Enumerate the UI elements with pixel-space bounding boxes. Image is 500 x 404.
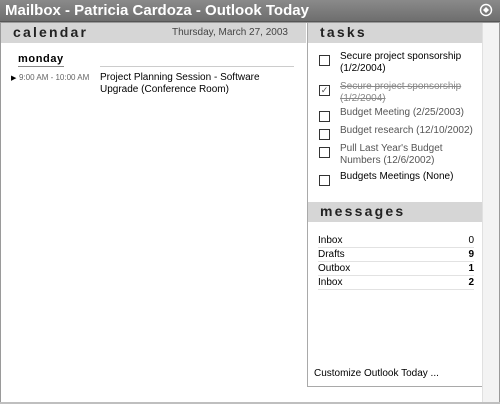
appointment-subject[interactable]: Project Planning Session - Software Upgr… [100, 72, 300, 96]
outlook-today-icon[interactable] [479, 3, 493, 17]
outlook-today-page: calendar Thursday, March 27, 2003 monday… [0, 22, 500, 404]
folder-count: 9 [468, 249, 474, 260]
appointment-arrow-icon: ▶ [11, 75, 17, 82]
task-label[interactable]: Secure project sponsorship (1/2/2004) [340, 81, 482, 105]
day-divider [100, 66, 294, 67]
task-checkbox[interactable]: ✓ [319, 85, 330, 96]
task-label[interactable]: Secure project sponsorship (1/2/2004) [340, 51, 482, 75]
task-item: Budget Meeting (2/25/2003) [319, 107, 482, 125]
title-bar: Mailbox - Patricia Cardoza - Outlook Tod… [0, 0, 500, 22]
task-item: Secure project sponsorship (1/2/2004) [319, 51, 482, 81]
folder-name[interactable]: Outbox [318, 262, 350, 275]
task-checkbox[interactable] [319, 129, 330, 140]
message-folder-row[interactable]: Outbox 1 [318, 262, 474, 276]
message-folder-row[interactable]: Drafts 9 [318, 248, 474, 262]
right-pane: tasks Secure project sponsorship (1/2/20… [307, 23, 483, 387]
tasks-header-label[interactable]: tasks [320, 24, 367, 40]
folder-count: 1 [468, 263, 474, 274]
messages-list: Inbox 0 Drafts 9 Outbox 1 Inbox 2 [318, 234, 474, 290]
tasks-header: tasks [308, 23, 482, 43]
calendar-header-label[interactable]: calendar [13, 24, 88, 40]
customize-outlook-today-link[interactable]: Customize Outlook Today ... [314, 368, 439, 379]
task-label[interactable]: Budget research (12/10/2002) [340, 125, 482, 137]
messages-header-label[interactable]: messages [320, 203, 405, 219]
vertical-scrollbar[interactable] [482, 23, 499, 403]
window-title: Mailbox - Patricia Cardoza - Outlook Tod… [5, 2, 309, 19]
day-heading: monday [18, 53, 64, 67]
current-date: Thursday, March 27, 2003 [172, 27, 288, 38]
task-item: ✓ Secure project sponsorship (1/2/2004) [319, 81, 482, 107]
task-label[interactable]: Pull Last Year's Budget Numbers (12/6/20… [340, 143, 482, 167]
folder-name[interactable]: Inbox [318, 276, 342, 289]
task-checkbox[interactable] [319, 55, 330, 66]
task-checkbox[interactable] [319, 175, 330, 186]
folder-name[interactable]: Inbox [318, 234, 342, 247]
message-folder-row[interactable]: Inbox 2 [318, 276, 474, 290]
calendar-pane: calendar Thursday, March 27, 2003 monday… [1, 23, 306, 403]
calendar-header: calendar Thursday, March 27, 2003 [1, 23, 306, 43]
task-checkbox[interactable] [319, 111, 330, 122]
task-label[interactable]: Budget Meeting (2/25/2003) [340, 107, 482, 119]
task-label[interactable]: Budgets Meetings (None) [340, 171, 482, 183]
task-item: Pull Last Year's Budget Numbers (12/6/20… [319, 143, 482, 171]
task-item: Budget research (12/10/2002) [319, 125, 482, 143]
folder-count: 0 [468, 235, 474, 246]
task-list: Secure project sponsorship (1/2/2004) ✓ … [308, 51, 482, 189]
folder-name[interactable]: Drafts [318, 248, 345, 261]
message-folder-row[interactable]: Inbox 0 [318, 234, 474, 248]
folder-count: 2 [468, 277, 474, 288]
appointment-time: 9:00 AM - 10:00 AM [19, 73, 90, 82]
messages-header-wrap: messages [308, 202, 482, 222]
task-checkbox[interactable] [319, 147, 330, 158]
messages-header: messages [308, 202, 482, 222]
task-item: Budgets Meetings (None) [319, 171, 482, 189]
